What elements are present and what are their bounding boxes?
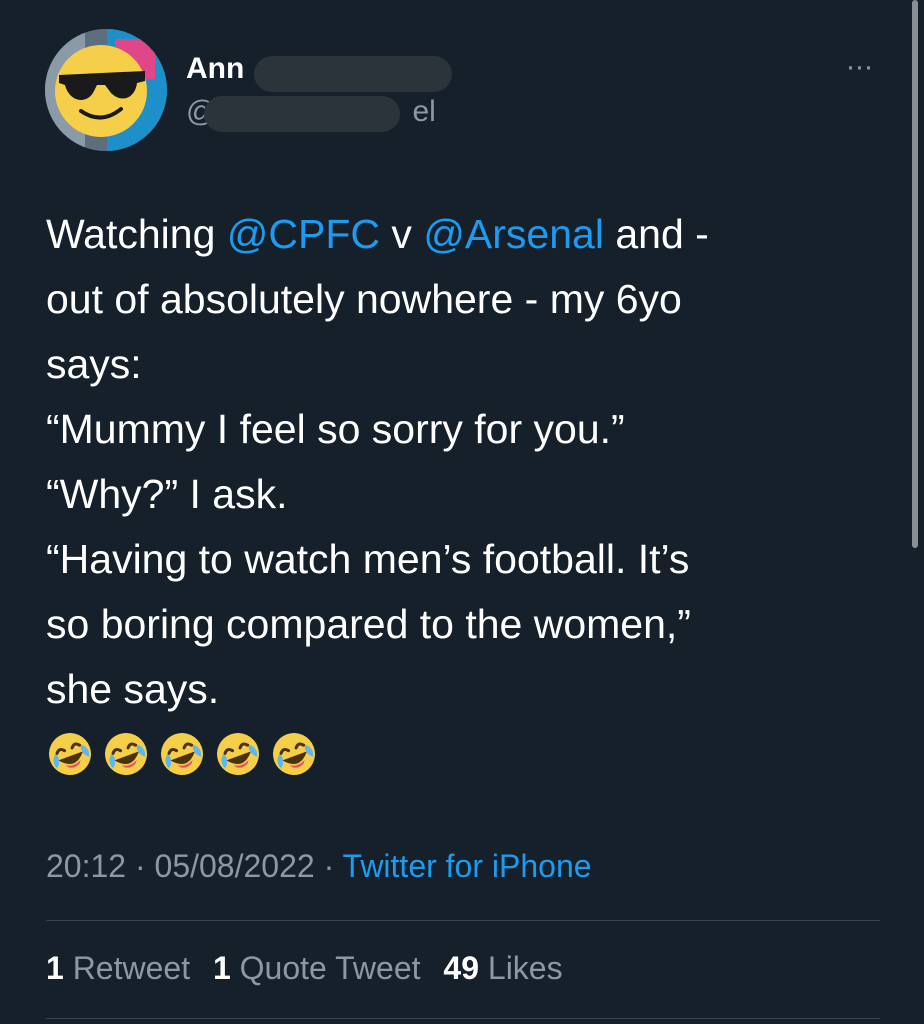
quote-tweets-label: Quote Tweet [230, 950, 421, 986]
tweet-text-segment: and - [603, 211, 709, 257]
quote-tweets-count: 1 [212, 950, 231, 986]
likes-count: 49 [443, 950, 479, 986]
tweet-text-segment: out of absolutely nowhere - my 6yo [46, 276, 682, 322]
tweet-text-segment: she says. [46, 666, 220, 712]
tweet-text-line: “Having to watch men’s football. It’s [46, 527, 876, 592]
avatar[interactable] [45, 29, 167, 151]
tweet-metadata: 20:12 · 05/08/2022 · Twitter for iPhone [46, 846, 592, 886]
tweet-text-line: out of absolutely nowhere - my 6yo [46, 267, 876, 332]
meta-separator: · [126, 848, 155, 884]
rolling-on-floor-laughing-emoji-icon [49, 733, 91, 775]
tweet-text-segment: says: [46, 341, 142, 387]
meta-separator: · [314, 848, 343, 884]
author-display-name[interactable]: Ann [186, 51, 244, 87]
handle-suffix: el [412, 95, 436, 128]
emoji-row [46, 730, 318, 786]
tweet-text-line: so boring compared to the women,” [46, 592, 876, 657]
engagement-stats: 1 Retweet 1 Quote Tweet 49 Likes [46, 948, 577, 988]
rolling-on-floor-laughing-emoji-icon [273, 733, 315, 775]
likes-label: Likes [479, 950, 563, 986]
tweet-text-segment: “Why?” I ask. [46, 471, 288, 517]
rolling-on-floor-laughing-emoji-icon [105, 733, 147, 775]
rolling-on-floor-laughing-emoji-icon [161, 733, 203, 775]
divider [46, 1018, 880, 1019]
tweet-text-line: she says. [46, 657, 876, 722]
retweets-label: Retweet [63, 950, 191, 986]
tweet-text: Watching @CPFC v @Arsenal and - out of ab… [46, 202, 876, 722]
tweet-source-link[interactable]: Twitter for iPhone [343, 848, 592, 884]
mention-link[interactable]: @CPFC [227, 211, 380, 257]
tweet-time[interactable]: 20:12 [46, 848, 126, 884]
tweet-text-line: “Mummy I feel so sorry for you.” [46, 397, 876, 462]
redacted-name-block [254, 56, 452, 92]
tweet-text-segment: “Having to watch men’s football. It’s [46, 536, 690, 582]
quote-tweets-stat[interactable]: 1 Quote Tweet [213, 950, 421, 986]
tweet-text-segment: v [380, 211, 424, 257]
tweet-date[interactable]: 05/08/2022 [155, 848, 315, 884]
retweets-stat[interactable]: 1 Retweet [46, 950, 190, 986]
sunglasses-emoji-avatar-icon [45, 29, 167, 151]
likes-stat[interactable]: 49 Likes [443, 950, 562, 986]
tweet-text-segment: “Mummy I feel so sorry for you.” [46, 406, 625, 452]
tweet-text-line: says: [46, 332, 876, 397]
rolling-on-floor-laughing-emoji-icon [217, 733, 259, 775]
tweet-text-line: “Why?” I ask. [46, 462, 876, 527]
more-options-icon[interactable]: ··· [840, 52, 878, 82]
redacted-handle-block [204, 96, 400, 132]
scrollbar[interactable] [912, 0, 918, 548]
retweets-count: 1 [46, 950, 64, 986]
tweet-text-segment: so boring compared to the women,” [46, 601, 691, 647]
tweet-text-line: Watching @CPFC v @Arsenal and - [46, 202, 876, 267]
divider [46, 920, 880, 921]
mention-link[interactable]: @Arsenal [423, 211, 604, 257]
tweet-text-segment: Watching [46, 211, 227, 257]
